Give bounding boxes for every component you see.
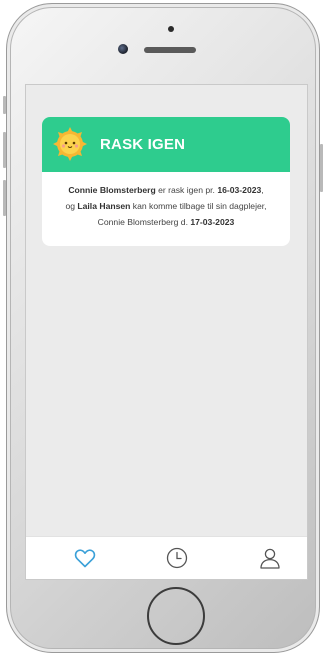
app-screen: RASK IGEN Connie Blomsterberg er rask ig…	[25, 84, 308, 580]
child-name: Laila Hansen	[77, 201, 131, 211]
status-text: Connie Blomsterberg d.	[97, 217, 191, 227]
heart-icon[interactable]	[73, 546, 97, 570]
proximity-sensor	[168, 26, 174, 32]
status-line-3: Connie Blomsterberg d. 17-03-2023	[50, 214, 282, 230]
front-camera	[118, 44, 128, 54]
home-button[interactable]	[147, 587, 205, 645]
power-button	[320, 144, 323, 192]
status-line-1: Connie Blomsterberg er rask igen pr. 16-…	[50, 182, 282, 198]
silent-switch	[3, 96, 6, 114]
user-icon[interactable]	[258, 546, 282, 570]
clock-icon[interactable]	[165, 546, 189, 570]
status-text: kan komme tilbage til sin dagplejer,	[130, 201, 267, 211]
tab-bar	[26, 536, 307, 579]
status-card: RASK IGEN Connie Blomsterberg er rask ig…	[42, 117, 290, 246]
return-date: 17-03-2023	[190, 217, 235, 227]
sun-icon	[53, 127, 87, 161]
volume-down-button	[3, 180, 6, 216]
volume-up-button	[3, 132, 6, 168]
status-text: er rask igen pr.	[155, 185, 218, 195]
status-card-header: RASK IGEN	[42, 117, 290, 172]
child-name: Connie Blomsterberg	[68, 185, 156, 195]
status-message: Connie Blomsterberg er rask igen pr. 16-…	[42, 172, 290, 230]
healthy-date: 16-03-2023	[217, 185, 262, 195]
status-text: og	[65, 201, 78, 211]
status-line-2: og Laila Hansen kan komme tilbage til si…	[50, 198, 282, 214]
earpiece-speaker	[144, 47, 196, 53]
status-text: ,	[261, 185, 264, 195]
status-title: RASK IGEN	[100, 136, 186, 153]
